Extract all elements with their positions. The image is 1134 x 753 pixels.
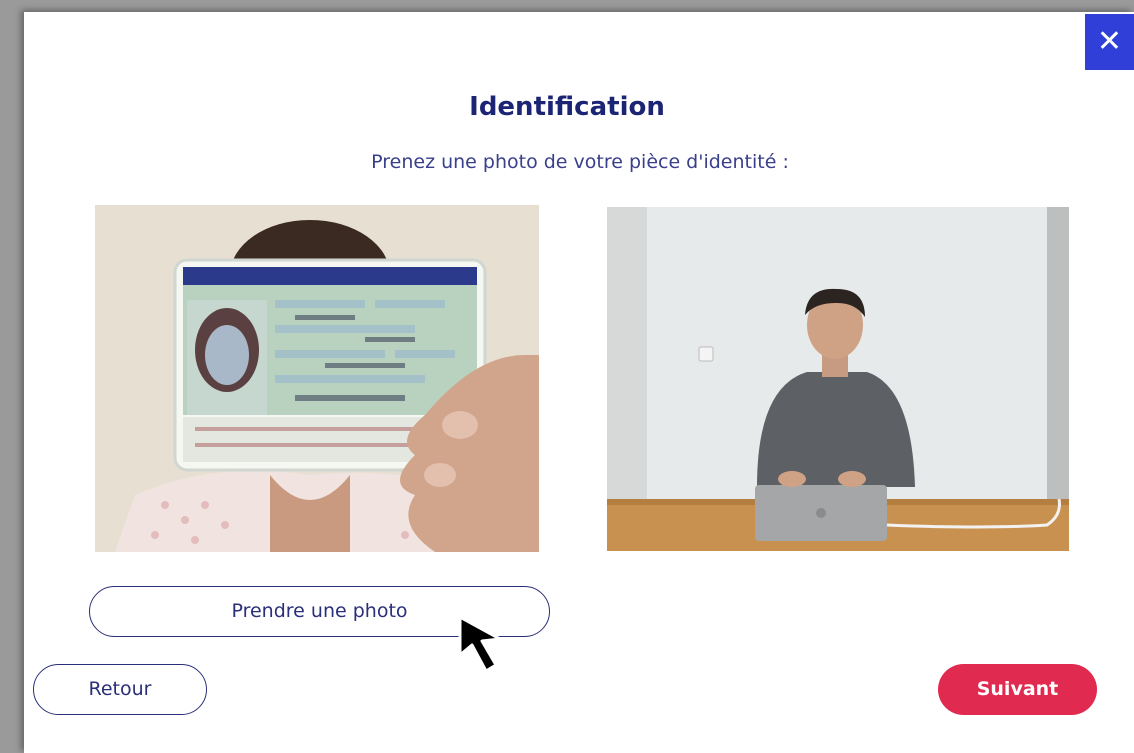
close-icon: ✕ (1096, 24, 1123, 59)
close-button[interactable]: ✕ (1085, 14, 1134, 70)
camera-feed (607, 207, 1069, 551)
id-card-photo (95, 205, 539, 552)
camera-feed-image (607, 207, 1069, 551)
dialog-subtitle: Prenez une photo de votre pièce d'identi… (371, 151, 789, 173)
dialog-title: Identification (469, 92, 665, 122)
next-button[interactable]: Suivant (938, 664, 1097, 715)
back-button[interactable]: Retour (33, 664, 207, 715)
id-card-photo-image (95, 205, 539, 552)
mouse-pointer-icon (458, 615, 502, 673)
